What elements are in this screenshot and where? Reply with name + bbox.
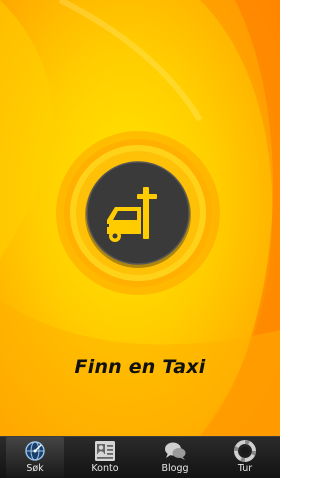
blog-chat-icon xyxy=(162,440,188,462)
trip-lifebuoy-icon xyxy=(232,440,258,462)
bottom-tab-bar: Søk Konto Blogg Tur xyxy=(0,436,280,478)
tab-label-tur: Tur xyxy=(237,463,253,474)
tab-sok[interactable]: Søk xyxy=(0,437,70,478)
tab-label-blogg: Blogg xyxy=(161,463,189,474)
search-globe-icon xyxy=(22,440,48,462)
account-card-icon xyxy=(92,440,118,462)
tab-konto[interactable]: Konto xyxy=(70,437,140,478)
tab-tur[interactable]: Tur xyxy=(210,437,280,478)
tab-blogg[interactable]: Blogg xyxy=(140,437,210,478)
app-screen: Finn en Taxi Søk Konto Blogg Tur xyxy=(0,0,280,478)
page-title: Finn en Taxi xyxy=(74,356,206,378)
tab-label-sok: Søk xyxy=(26,463,44,474)
tab-label-konto: Konto xyxy=(91,463,119,474)
find-taxi-button[interactable] xyxy=(55,130,221,296)
